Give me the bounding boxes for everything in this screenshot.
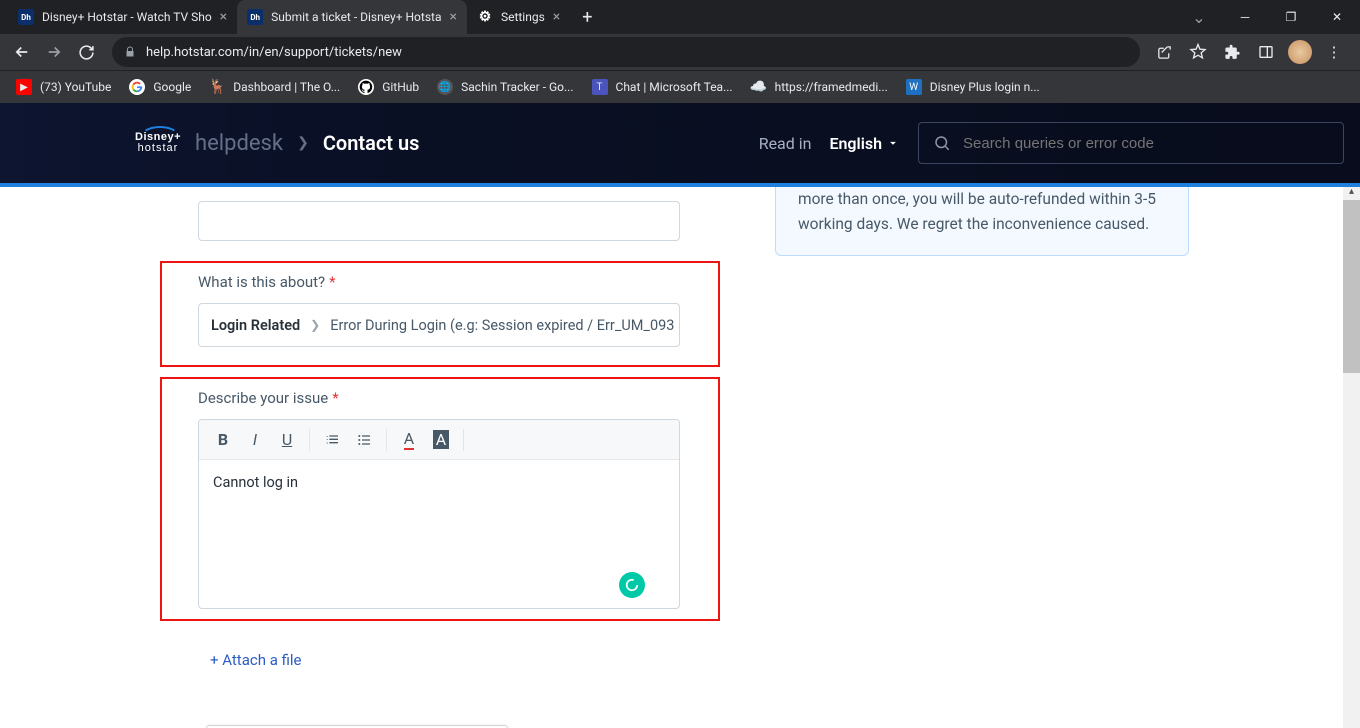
tab-1[interactable]: Dh Disney+ Hotstar - Watch TV Sho × bbox=[8, 0, 237, 34]
chevron-down-icon[interactable]: ⌄ bbox=[1176, 8, 1222, 27]
forward-button[interactable] bbox=[40, 38, 68, 66]
maximize-button[interactable]: ❐ bbox=[1268, 0, 1314, 34]
gear-icon: ⚙ bbox=[477, 9, 493, 25]
chevron-down-icon bbox=[886, 136, 900, 150]
tab-strip: Dh Disney+ Hotstar - Watch TV Sho × Dh S… bbox=[0, 0, 1360, 34]
about-label: What is this about?* bbox=[198, 273, 708, 291]
tab-3[interactable]: ⚙ Settings × bbox=[467, 0, 570, 34]
separator bbox=[386, 429, 387, 451]
menu-icon[interactable]: ⋮ bbox=[1322, 40, 1346, 64]
w-icon: W bbox=[906, 79, 922, 95]
bookmark-framed[interactable]: ☁️https://framedmedi... bbox=[743, 75, 896, 99]
toolbar: help.hotstar.com/in/en/support/tickets/n… bbox=[0, 34, 1360, 70]
chevron-right-icon: ❯ bbox=[297, 135, 309, 151]
bookmark-disney-login[interactable]: WDisney Plus login n... bbox=[898, 75, 1048, 99]
globe-icon: 🌐 bbox=[437, 79, 453, 95]
tab-2[interactable]: Dh Submit a ticket - Disney+ Hotsta × bbox=[237, 0, 467, 34]
underline-button[interactable]: U bbox=[271, 424, 303, 456]
chevron-right-icon: ❯ bbox=[310, 318, 320, 332]
cascader-value-2: Error During Login (e.g: Session expired… bbox=[330, 317, 674, 334]
editor-textarea[interactable]: Cannot log in bbox=[199, 460, 679, 608]
search-box[interactable] bbox=[918, 122, 1344, 164]
close-icon[interactable]: × bbox=[220, 9, 227, 25]
logo[interactable]: Disney+ hotstar helpdesk bbox=[135, 131, 283, 156]
google-icon bbox=[129, 79, 145, 95]
bookmark-teams[interactable]: TChat | Microsoft Tea... bbox=[584, 75, 741, 99]
new-tab-button[interactable]: + bbox=[570, 7, 604, 28]
close-window-button[interactable]: ✕ bbox=[1314, 0, 1360, 34]
helpdesk-label: helpdesk bbox=[195, 131, 283, 156]
attach-file-link[interactable]: + Attach a file bbox=[210, 651, 302, 669]
bookmark-sachin[interactable]: 🌐Sachin Tracker - Go... bbox=[429, 75, 581, 99]
github-icon bbox=[358, 79, 374, 95]
language-select[interactable]: English bbox=[829, 134, 900, 153]
search-input[interactable] bbox=[963, 135, 1329, 152]
favicon-hotstar-icon: Dh bbox=[247, 9, 263, 25]
bookmark-google[interactable]: Google bbox=[121, 75, 199, 99]
ordered-list-button[interactable] bbox=[316, 424, 348, 456]
chat-fab-icon[interactable] bbox=[619, 572, 645, 598]
bookmark-github[interactable]: GitHub bbox=[350, 75, 427, 99]
close-icon[interactable]: × bbox=[553, 9, 560, 25]
reload-button[interactable] bbox=[72, 38, 100, 66]
star-icon[interactable] bbox=[1186, 40, 1210, 64]
describe-field-highlighted: Describe your issue* B I U A A bbox=[160, 377, 720, 621]
minimize-button[interactable]: ─ bbox=[1222, 0, 1268, 34]
close-icon[interactable]: × bbox=[449, 9, 456, 25]
cascader-value-1: Login Related bbox=[211, 317, 300, 334]
scrollbar-track[interactable]: ▴ bbox=[1343, 187, 1360, 728]
recaptcha-icon bbox=[463, 724, 499, 728]
italic-button[interactable]: I bbox=[239, 424, 271, 456]
read-in-label: Read in bbox=[759, 134, 812, 153]
url-text: help.hotstar.com/in/en/support/tickets/n… bbox=[146, 45, 402, 60]
tab-title: Submit a ticket - Disney+ Hotsta bbox=[271, 10, 441, 24]
separator bbox=[463, 429, 464, 451]
text-color-button[interactable]: A bbox=[393, 424, 425, 456]
search-icon bbox=[933, 134, 951, 152]
youtube-icon: ▶ bbox=[16, 79, 32, 95]
required-star-icon: * bbox=[329, 273, 335, 291]
extensions-icon[interactable] bbox=[1220, 40, 1244, 64]
browser-chrome: Dh Disney+ Hotstar - Watch TV Sho × Dh S… bbox=[0, 0, 1360, 103]
form-section: What is this about?* Login Related ❯ Err… bbox=[160, 201, 720, 728]
content-area: ▴ more than once, you will be auto-refun… bbox=[0, 187, 1360, 728]
rich-text-editor: B I U A A Cannot log in bbox=[198, 419, 680, 609]
background-color-button[interactable]: A bbox=[425, 424, 457, 456]
sidepanel-icon[interactable] bbox=[1254, 40, 1278, 64]
describe-label: Describe your issue* bbox=[198, 389, 708, 407]
bookmark-dashboard[interactable]: 🦌Dashboard | The O... bbox=[201, 75, 348, 99]
separator bbox=[309, 429, 310, 451]
share-icon[interactable] bbox=[1152, 40, 1176, 64]
required-star-icon: * bbox=[332, 389, 338, 407]
editor-toolbar: B I U A A bbox=[199, 420, 679, 460]
deer-icon: 🦌 bbox=[209, 79, 225, 95]
about-field-highlighted: What is this about?* Login Related ❯ Err… bbox=[160, 261, 720, 367]
info-card: more than once, you will be auto-refunde… bbox=[775, 187, 1189, 256]
favicon-hotstar-icon: Dh bbox=[18, 9, 34, 25]
site-header: Disney+ hotstar helpdesk ❯ Contact us Re… bbox=[0, 103, 1360, 183]
breadcrumb-current: Contact us bbox=[323, 131, 420, 155]
scroll-up-icon[interactable]: ▴ bbox=[1345, 187, 1358, 199]
bookmark-youtube[interactable]: ▶(73) YouTube bbox=[8, 75, 119, 99]
teams-icon: T bbox=[592, 79, 608, 95]
text-input[interactable] bbox=[198, 201, 680, 241]
address-bar[interactable]: help.hotstar.com/in/en/support/tickets/n… bbox=[112, 37, 1140, 67]
bookmarks-bar: ▶(73) YouTube Google 🦌Dashboard | The O.… bbox=[0, 70, 1360, 103]
about-cascader[interactable]: Login Related ❯ Error During Login (e.g:… bbox=[198, 303, 680, 347]
tab-title: Disney+ Hotstar - Watch TV Sho bbox=[42, 10, 212, 24]
unordered-list-button[interactable] bbox=[348, 424, 380, 456]
profile-avatar[interactable] bbox=[1288, 40, 1312, 64]
scrollbar-thumb[interactable] bbox=[1343, 200, 1360, 373]
lock-icon bbox=[124, 46, 136, 58]
tab-title: Settings bbox=[501, 10, 545, 24]
cloud-icon: ☁️ bbox=[751, 79, 767, 95]
back-button[interactable] bbox=[8, 38, 36, 66]
page-content: Disney+ hotstar helpdesk ❯ Contact us Re… bbox=[0, 103, 1360, 728]
bold-button[interactable]: B bbox=[207, 424, 239, 456]
